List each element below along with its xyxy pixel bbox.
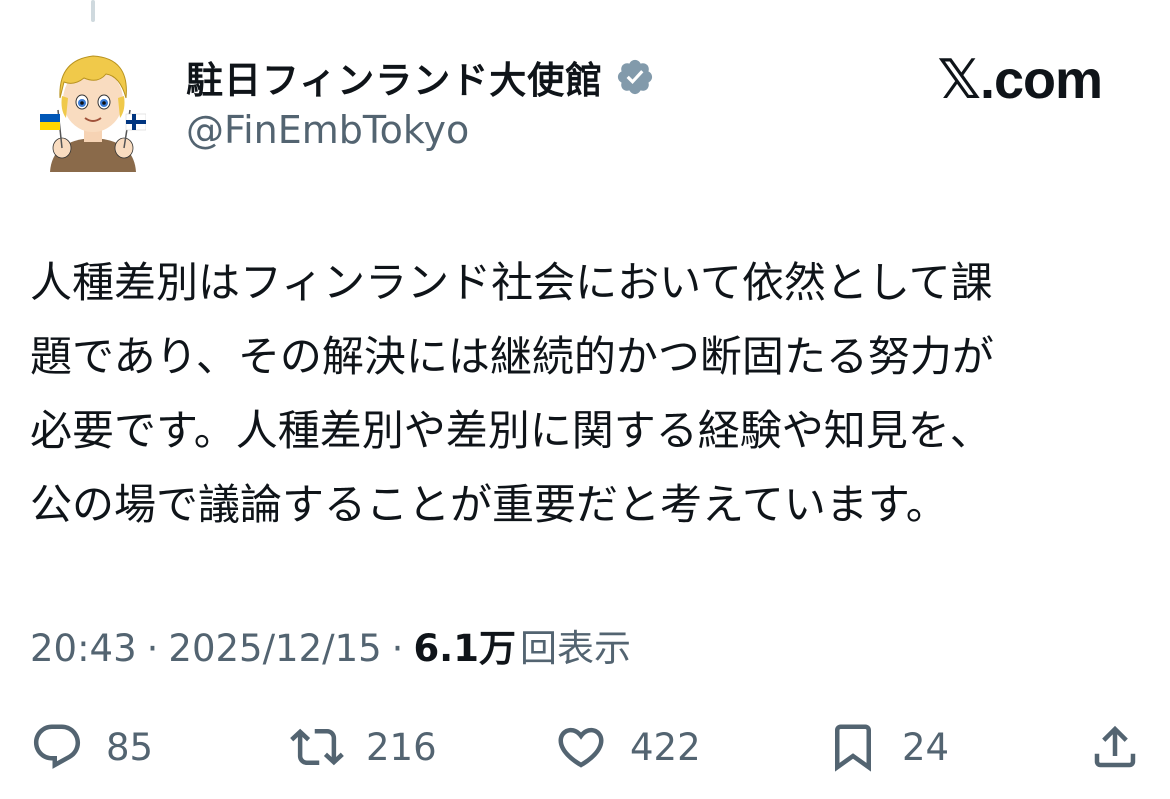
reply-count: 85	[106, 725, 154, 769]
share-button[interactable]	[1088, 712, 1142, 782]
retweet-button[interactable]: 216	[290, 712, 437, 782]
tweet-screenshot: 駐日フィンランド大使館 @FinEmbTokyo 𝕏.com 人種差別はフィンラ…	[0, 0, 1170, 799]
meta-separator: ·	[146, 627, 159, 670]
reply-icon	[33, 724, 81, 769]
like-count: 422	[630, 725, 701, 769]
author-handle[interactable]: @FinEmbTokyo	[186, 108, 469, 152]
tweet-time[interactable]: 20:43	[30, 627, 137, 670]
x-com-logo: 𝕏.com	[937, 50, 1103, 110]
tweet-text-line: 人種差別はフィンランド社会において依然として課	[30, 258, 993, 307]
tweet-meta: 20:43 · 2025/12/15 · 6.1万 回表示	[30, 618, 631, 672]
verified-badge-icon[interactable]	[615, 57, 655, 97]
views-label: 回表示	[519, 627, 631, 670]
bookmark-icon	[835, 724, 871, 772]
avatar-illustration	[40, 55, 146, 172]
meta-separator: ·	[391, 627, 404, 670]
bookmark-count: 24	[902, 725, 950, 769]
author-name-row: 駐日フィンランド大使館	[186, 52, 655, 102]
retweet-count: 216	[366, 725, 437, 769]
bookmark-button[interactable]: 24	[826, 712, 949, 782]
share-icon	[1094, 725, 1136, 768]
tweet-text: 人種差別はフィンランド社会において依然として課 題であり、その解決には継続的かつ…	[30, 246, 1140, 542]
author-display-name[interactable]: 駐日フィンランド大使館	[186, 50, 603, 104]
tweet-date[interactable]: 2025/12/15	[168, 627, 381, 670]
thread-line	[91, 0, 95, 22]
tweet-text-line: 題であり、その解決には継続的かつ断固たる努力が	[30, 332, 994, 381]
retweet-icon	[290, 728, 344, 766]
tweet-text-line: 必要です。人種差別や差別に関する経験や知見を、	[30, 406, 992, 455]
tweet-text-line: 公の場で議論することが重要だと考えています。	[30, 480, 948, 529]
heart-icon	[558, 727, 604, 768]
reply-button[interactable]: 85	[30, 712, 153, 782]
views-count[interactable]: 6.1万	[413, 618, 516, 672]
like-button[interactable]: 422	[554, 712, 701, 782]
action-bar: 85 216 422 24	[30, 712, 1142, 782]
avatar[interactable]	[40, 38, 146, 172]
